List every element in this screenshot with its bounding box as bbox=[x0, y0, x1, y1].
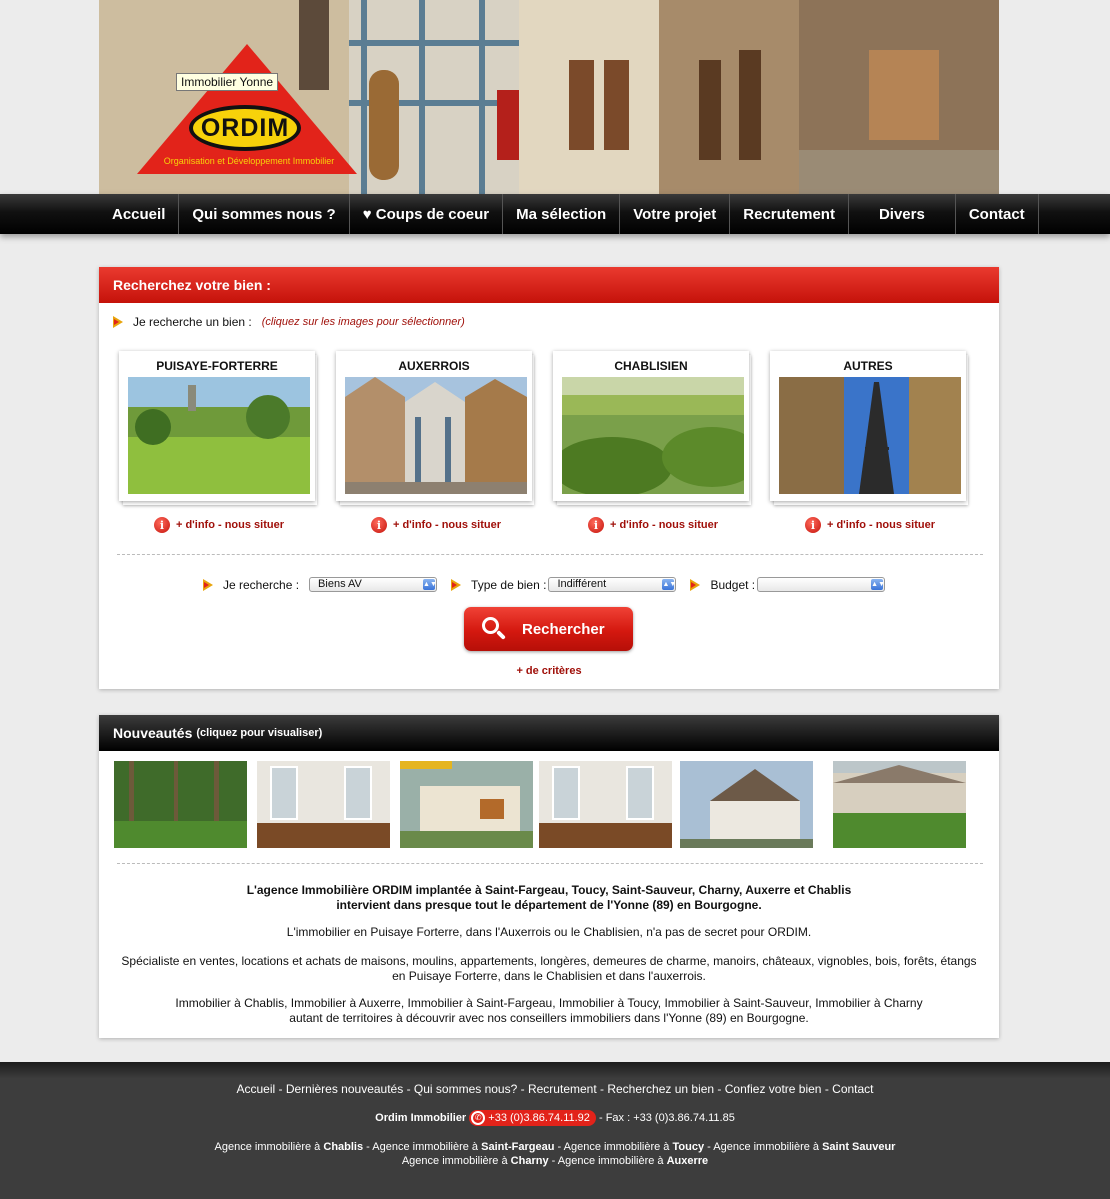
search-intro: Je recherche un bien : (cliquez sur les … bbox=[113, 315, 465, 329]
info-icon: i bbox=[153, 517, 170, 533]
info-icon: i bbox=[370, 517, 387, 533]
filter-recherche-label: Je recherche : bbox=[223, 577, 300, 592]
footer-company: Ordim Immobilier bbox=[375, 1111, 467, 1124]
agency-link-saint-sauveur[interactable]: Saint Sauveur bbox=[822, 1141, 895, 1153]
footer-link-accueil[interactable]: Accueil bbox=[236, 1082, 275, 1096]
region-card-title: AUTRES bbox=[843, 359, 893, 373]
news-hint: (cliquez pour visualiser) bbox=[196, 727, 323, 739]
footer-contact: Ordim Immobilier ✆ +33 (0)3.86.74.11.92 … bbox=[0, 1110, 1110, 1126]
info-icon: i bbox=[587, 517, 604, 533]
search-intro-label: Je recherche un bien : bbox=[133, 315, 252, 329]
agency-link-toucy[interactable]: Toucy bbox=[673, 1141, 705, 1153]
countryside-photo[interactable] bbox=[128, 377, 310, 494]
logo-tooltip: Immobilier Yonne bbox=[176, 73, 279, 91]
main-navigation: Accueil Qui sommes nous ? ♥ Coups de coe… bbox=[0, 194, 1110, 234]
vineyard-photo[interactable] bbox=[562, 377, 744, 494]
region-card-puisaye-forterre[interactable]: PUISAYE-FORTERRE bbox=[119, 351, 317, 505]
region-info-link[interactable]: i + d'info - nous situer bbox=[770, 517, 970, 533]
news-panel: Nouveautés (cliquez pour visualiser) L'a… bbox=[99, 715, 999, 1038]
header-banner: ORDIM Organisation et Développement Immo… bbox=[99, 0, 999, 194]
search-panel-title: Recherchez votre bien : bbox=[99, 267, 999, 303]
arrow-bullet-icon bbox=[451, 578, 462, 591]
arrow-bullet-icon bbox=[203, 578, 213, 591]
about-line: intervient dans presque tout le départem… bbox=[336, 898, 762, 912]
filter-type-select[interactable]: Indifférent ▲▼ bbox=[548, 577, 677, 592]
search-icon bbox=[482, 617, 506, 641]
about-text: L'agence Immobilière ORDIM implantée à S… bbox=[99, 883, 999, 1026]
search-panel: Recherchez votre bien : Je recherche un … bbox=[99, 267, 999, 689]
nav-item-accueil[interactable]: Accueil bbox=[99, 194, 180, 234]
filter-type-label: Type de bien : bbox=[471, 577, 547, 592]
arrow-bullet-icon bbox=[113, 316, 123, 328]
footer-link-confiez[interactable]: Confiez votre bien bbox=[725, 1082, 822, 1096]
eiffel-tower-photo[interactable] bbox=[779, 377, 961, 494]
nav-item-ma-selection[interactable]: Ma sélection bbox=[503, 194, 621, 234]
about-line: L'immobilier en Puisaye Forterre, dans l… bbox=[286, 925, 812, 939]
agency-link-saint-fargeau[interactable]: Saint-Fargeau bbox=[481, 1141, 554, 1153]
filter-budget-label: Budget : bbox=[710, 577, 756, 592]
divider bbox=[117, 554, 983, 555]
about-line: Spécialiste en ventes, locations et acha… bbox=[121, 954, 977, 968]
nav-item-contact[interactable]: Contact bbox=[956, 194, 1039, 234]
footer-fax: - Fax : +33 (0)3.86.74.11.85 bbox=[598, 1111, 735, 1124]
nav-item-votre-projet[interactable]: Votre projet bbox=[620, 194, 731, 234]
footer: Accueil - Dernières nouveautés - Qui som… bbox=[0, 1062, 1110, 1199]
region-card-title: AUXERROIS bbox=[398, 359, 470, 373]
footer-link-contact[interactable]: Contact bbox=[832, 1082, 873, 1096]
footer-links: Accueil - Dernières nouveautés - Qui som… bbox=[236, 1082, 874, 1096]
news-thumb-apartment-room-2[interactable] bbox=[539, 761, 672, 848]
footer-agencies: Agence immobilière à Chablis - Agence im… bbox=[214, 1141, 896, 1153]
news-thumb-stone-farmhouse[interactable] bbox=[833, 761, 966, 848]
footer-link-qui-sommes-nous[interactable]: Qui sommes nous? bbox=[414, 1082, 517, 1096]
region-info-link[interactable]: i + d'info - nous situer bbox=[119, 517, 319, 533]
nav-item-qui-sommes-nous[interactable]: Qui sommes nous ? bbox=[179, 194, 350, 234]
agency-link-chablis[interactable]: Chablis bbox=[323, 1141, 363, 1153]
footer-link-recrutement[interactable]: Recrutement bbox=[528, 1082, 597, 1096]
agency-link-charny[interactable]: Charny bbox=[511, 1155, 549, 1167]
arrow-bullet-icon bbox=[690, 578, 701, 591]
logo-subtitle: Organisation et Développement Immobilier bbox=[163, 156, 335, 166]
footer-phone[interactable]: ✆ +33 (0)3.86.74.11.92 bbox=[469, 1110, 596, 1126]
region-card-title: CHABLISIEN bbox=[614, 359, 688, 373]
select-arrow-icon: ▲▼ bbox=[662, 579, 677, 590]
ordim-logo[interactable]: ORDIM bbox=[189, 105, 301, 151]
filter-budget-select[interactable]: ▲▼ bbox=[757, 577, 886, 592]
news-thumb-village-house[interactable] bbox=[680, 761, 813, 848]
more-criteria-link[interactable]: + de critères bbox=[99, 665, 999, 677]
auxerre-houses-photo[interactable] bbox=[345, 377, 527, 494]
footer-link-nouveautes[interactable]: Dernières nouveautés bbox=[286, 1082, 403, 1096]
region-info-link[interactable]: i + d'info - nous situer bbox=[553, 517, 753, 533]
select-arrow-icon: ▲▼ bbox=[423, 579, 437, 590]
info-icon: i bbox=[804, 517, 821, 533]
nav-item-divers[interactable]: Divers bbox=[849, 194, 956, 234]
news-thumbnails bbox=[114, 761, 974, 848]
news-thumb-bungalow[interactable] bbox=[400, 761, 533, 848]
agency-link-auxerre[interactable]: Auxerre bbox=[667, 1155, 709, 1167]
divider bbox=[117, 863, 983, 864]
region-cards: PUISAYE-FORTERRE i + d'info - nous situe… bbox=[119, 351, 979, 533]
about-line: autant de territoires à découvrir avec n… bbox=[289, 1011, 809, 1025]
search-filters: Je recherche : Biens AV ▲▼ Type de bien … bbox=[203, 577, 899, 592]
news-thumb-apartment-room[interactable] bbox=[257, 761, 390, 848]
region-card-chablisien[interactable]: CHABLISIEN bbox=[553, 351, 751, 505]
region-card-title: PUISAYE-FORTERRE bbox=[156, 359, 278, 373]
footer-agencies-2: Agence immobilière à Charny - Agence imm… bbox=[401, 1155, 709, 1167]
footer-link-recherchez[interactable]: Recherchez un bien bbox=[607, 1082, 714, 1096]
select-arrow-icon: ▲▼ bbox=[871, 579, 885, 590]
region-card-autres[interactable]: AUTRES bbox=[770, 351, 968, 505]
region-card-auxerrois[interactable]: AUXERROIS bbox=[336, 351, 534, 505]
phone-icon: ✆ bbox=[471, 1111, 486, 1125]
about-line: en Puisaye Forterre, dans le Chablisien … bbox=[392, 969, 706, 983]
search-intro-hint: (cliquez sur les images pour sélectionne… bbox=[261, 316, 465, 328]
filter-recherche-select[interactable]: Biens AV ▲▼ bbox=[309, 577, 438, 592]
news-thumb-forest[interactable] bbox=[114, 761, 247, 848]
nav-item-recrutement[interactable]: Recrutement bbox=[730, 194, 849, 234]
search-button[interactable]: Rechercher bbox=[464, 607, 633, 651]
region-info-link[interactable]: i + d'info - nous situer bbox=[336, 517, 536, 533]
about-line: Immobilier à Chablis, Immobilier à Auxer… bbox=[175, 996, 923, 1010]
news-panel-title: Nouveautés (cliquez pour visualiser) bbox=[99, 715, 999, 751]
about-line: L'agence Immobilière ORDIM implantée à S… bbox=[246, 883, 852, 897]
nav-item-coups-de-coeur[interactable]: ♥ Coups de coeur bbox=[350, 194, 504, 234]
